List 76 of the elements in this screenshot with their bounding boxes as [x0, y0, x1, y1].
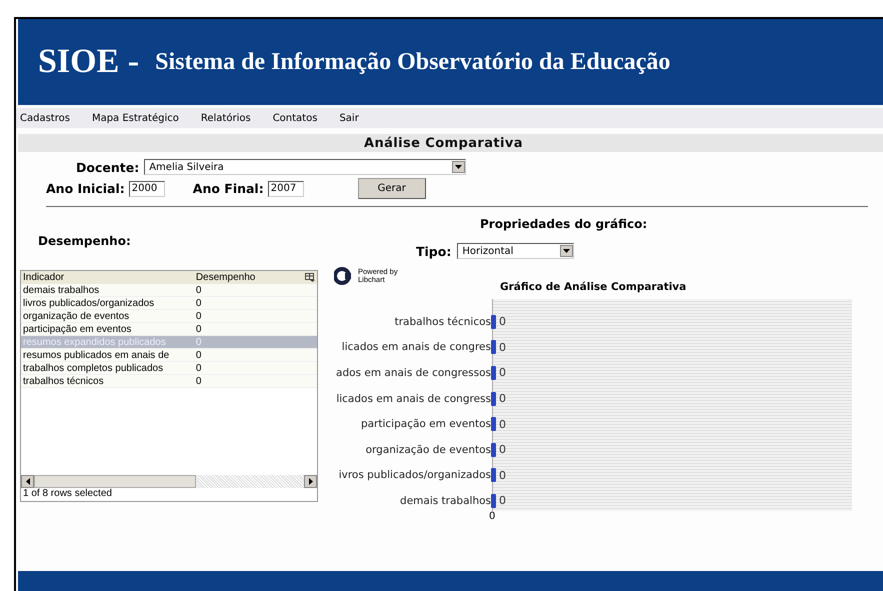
table-row[interactable]: participação em eventos 0: [21, 323, 317, 336]
section-title: Análise Comparativa: [364, 136, 523, 150]
table-cell-text: trabalhos técnicos: [22, 376, 105, 386]
performance-label: Desempenho:: [38, 234, 132, 248]
docente-select[interactable]: Amelia Silveira: [144, 159, 466, 175]
table-cell-text: 0: [194, 362, 202, 374]
value-label: 0: [499, 468, 506, 482]
table-cell-text: livros publicados/organizados: [22, 298, 156, 308]
value-label: 0: [499, 392, 506, 406]
bar: [491, 314, 496, 329]
ano-inicial-label: Ano Inicial:: [46, 181, 125, 196]
status-text: 1 of 8 rows selected: [22, 488, 113, 501]
bar: [491, 442, 496, 457]
menu-item[interactable]: Contatos: [272, 112, 318, 124]
category-label: participação em eventos: [360, 418, 491, 430]
value-label: 0: [499, 494, 506, 508]
bar: [491, 494, 496, 508]
table-row[interactable]: organização de eventos 0: [21, 310, 317, 323]
value-label: 0: [499, 340, 506, 354]
gerar-button[interactable]: Gerar: [358, 178, 426, 199]
scroll-right-icon[interactable]: [308, 478, 312, 485]
bar: [491, 366, 496, 380]
table-cell-text: trabalhos completos publicados: [22, 362, 164, 374]
category-label: licados em anais de congress: [336, 392, 491, 405]
scroll-left-icon[interactable]: [26, 478, 30, 485]
menu-item[interactable]: Mapa Estratégico: [92, 112, 179, 124]
value-label: 0: [499, 443, 506, 456]
value-label: 0: [499, 366, 506, 380]
table-cell-text: 0: [194, 350, 202, 360]
table-cell-text: 0: [194, 376, 202, 386]
horizontal-scrollbar[interactable]: [21, 475, 317, 488]
tipo-label: Tipo:: [416, 244, 452, 258]
logo-text: SIOE -: [38, 43, 140, 81]
table-row[interactable]: livros publicados/organizados 0: [21, 297, 317, 310]
site-title: Sistema de Informação Observatório da Educação: [155, 48, 670, 76]
column-picker-icon[interactable]: [305, 273, 316, 282]
ano-final-label: Ano Final:: [192, 181, 264, 196]
category-label: licados em anais de congres: [342, 341, 491, 354]
table-cell-text: 0: [194, 336, 202, 348]
menu-item[interactable]: Relatórios: [200, 112, 251, 124]
table-row[interactable]: trabalhos completos publicados 0: [21, 362, 317, 375]
table-cell-text: 0: [194, 310, 202, 322]
table-row[interactable]: demais trabalhos 0: [21, 284, 317, 297]
table-cell-text: 0: [194, 284, 202, 296]
table-cell-text: 0: [194, 324, 202, 334]
category-label: organização de eventos: [366, 444, 491, 456]
category-label: ivros publicados/organizados: [338, 469, 491, 482]
ano-final-field[interactable]: 2007: [268, 180, 304, 196]
category-label: ados em anais de congressos: [336, 366, 491, 379]
menu-item[interactable]: Cadastros: [20, 112, 70, 124]
table-row[interactable]: trabalhos técnicos 0: [21, 375, 317, 388]
libchart-logo-icon: [334, 267, 352, 285]
chart-title: Gráfico de Análise Comparativa: [500, 281, 688, 293]
menu-item[interactable]: Sair: [339, 112, 359, 124]
column-header[interactable]: Indicador: [21, 272, 194, 283]
x-tick-label: 0: [489, 511, 496, 522]
column-header[interactable]: Desempenho: [194, 272, 306, 283]
category-label: trabalhos técnicos: [394, 316, 491, 328]
chart-properties-title: Propriedades do gráfico:: [480, 217, 648, 231]
table-cell-text: demais trabalhos: [22, 284, 100, 296]
table-cell-text: organização de eventos: [22, 310, 130, 322]
table-row[interactable]: resumos publicados em anais de 0: [21, 349, 317, 362]
value-label: 0: [499, 418, 506, 431]
table-cell-text: participação em eventos: [22, 324, 132, 334]
bar: [491, 468, 496, 482]
table-cell-text: resumos publicados em anais de: [22, 350, 170, 360]
docente-label: Docente:: [76, 160, 140, 174]
bar: [491, 340, 496, 354]
value-label: 0: [499, 315, 506, 328]
bar: [491, 417, 496, 432]
table-cell-text: 0: [194, 298, 202, 308]
table-cell-text: resumos expandidos publicados: [22, 336, 167, 348]
ano-inicial-field[interactable]: 2000: [128, 180, 165, 196]
tipo-select[interactable]: Horizontal: [457, 243, 574, 259]
category-label: demais trabalhos: [400, 494, 491, 507]
bar: [491, 392, 496, 406]
